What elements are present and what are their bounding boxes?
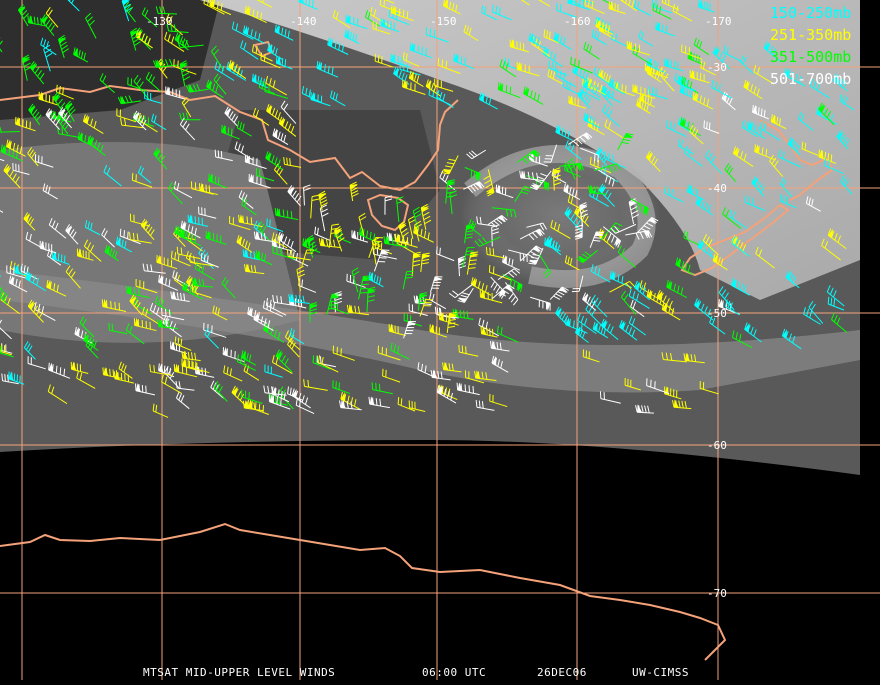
data-source: UW-CIMSS — [632, 666, 689, 679]
lat-label: -50 — [707, 307, 727, 320]
legend-150-250mb: 150-250mb — [770, 4, 851, 22]
lon-label: -170 — [705, 15, 732, 28]
lat-label: -30 — [707, 61, 727, 74]
satellite-wind-map: -130 -140 -150 -160 -170 -30 -40 -50 -60… — [0, 0, 880, 680]
observation-date: 26DEC06 — [537, 666, 587, 679]
observation-time: 06:00 UTC — [422, 666, 486, 679]
legend-501-700mb: 501-700mb — [770, 70, 851, 88]
product-name: MTSAT MID-UPPER LEVEL WINDS — [143, 666, 335, 679]
lat-label: -40 — [707, 182, 727, 195]
lat-label: -70 — [707, 587, 727, 600]
map-canvas: -130 -140 -150 -160 -170 -30 -40 -50 -60… — [0, 0, 880, 680]
legend-251-350mb: 251-350mb — [770, 26, 851, 44]
legend-351-500mb: 351-500mb — [770, 48, 851, 66]
lat-label: -60 — [707, 439, 727, 452]
lon-label: -140 — [290, 15, 317, 28]
lon-label: -150 — [430, 15, 457, 28]
lon-label: -130 — [146, 15, 173, 28]
lon-label: -160 — [564, 15, 591, 28]
